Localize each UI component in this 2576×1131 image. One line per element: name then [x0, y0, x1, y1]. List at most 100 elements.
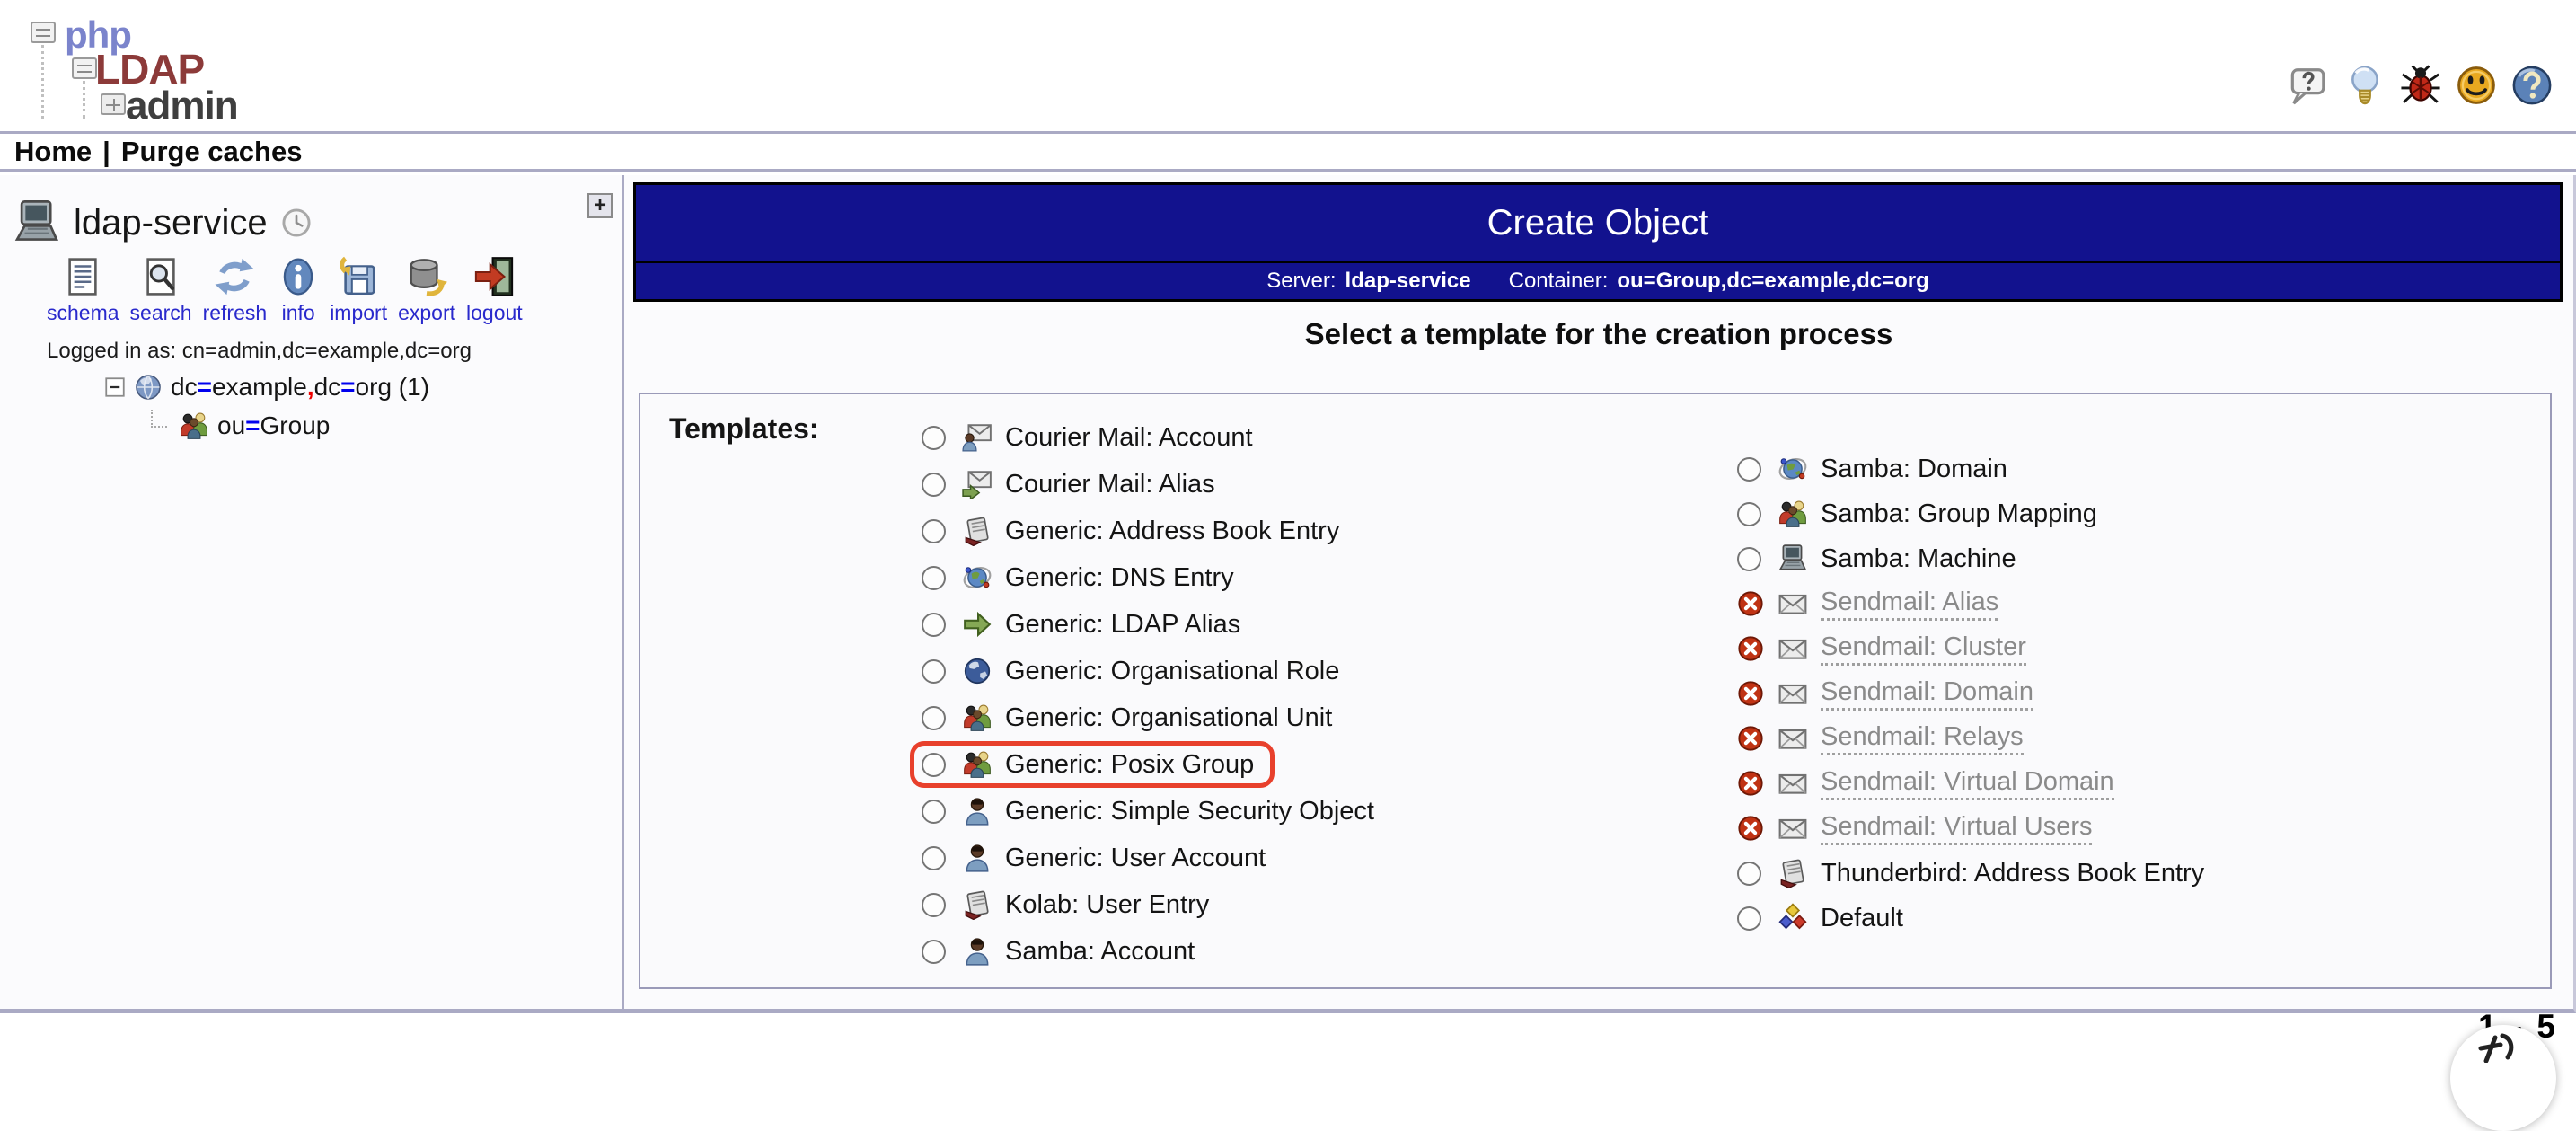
sidebar-expand-button[interactable]: +: [587, 193, 613, 218]
sidebar-tool-info[interactable]: info: [278, 256, 319, 325]
server-row[interactable]: ldap-service: [13, 199, 313, 247]
radio-button[interactable]: [922, 752, 946, 777]
template-option[interactable]: Generic: Address Book Entry: [910, 508, 1360, 554]
template-option[interactable]: Samba: Group Mapping: [1725, 491, 2118, 536]
template-label: Sendmail: Relays: [1821, 722, 2024, 755]
template-label: Generic: Posix Group: [1005, 749, 1255, 779]
radio-button[interactable]: [1737, 906, 1761, 931]
template-column-left: Courier Mail: Account Courier Mail: Alias…: [910, 414, 1395, 975]
dns-globe-icon: [1778, 454, 1808, 484]
template-option[interactable]: Generic: DNS Entry: [910, 554, 1255, 601]
radio-button[interactable]: [922, 705, 946, 730]
logo-text-admin: admin: [126, 84, 239, 128]
template-option[interactable]: Generic: LDAP Alias: [910, 601, 1261, 648]
envelope-icon: [1778, 588, 1808, 619]
template-option[interactable]: Generic: Organisational Role: [910, 648, 1360, 694]
template-option[interactable]: Courier Mail: Alias: [910, 461, 1236, 508]
radio-button[interactable]: [922, 612, 946, 637]
clock-icon: [280, 207, 313, 239]
radio-button[interactable]: [922, 892, 946, 917]
radio-button[interactable]: [1737, 546, 1761, 571]
tree-child-label[interactable]: ou=Group: [217, 411, 330, 440]
question-bubble-button[interactable]: [2289, 65, 2330, 106]
radio-button[interactable]: [922, 799, 946, 824]
tree-root-label[interactable]: dc=example,dc=org (1): [171, 373, 429, 402]
template-label: Generic: LDAP Alias: [1005, 609, 1241, 639]
menubar: Home | Purge caches: [0, 131, 2576, 172]
template-label: Generic: Organisational Role: [1005, 656, 1340, 685]
radio-button[interactable]: [922, 565, 946, 590]
subtitle: Select a template for the creation proce…: [1304, 317, 1893, 350]
smiley-button[interactable]: [2456, 65, 2497, 106]
template-option[interactable]: Thunderbird: Address Book Entry: [1725, 851, 2225, 896]
light-bulb-button[interactable]: [2344, 65, 2386, 106]
template-option[interactable]: Generic: Simple Security Object: [910, 788, 1395, 835]
sidebar-tool-refresh[interactable]: refresh: [203, 256, 267, 325]
radio-button[interactable]: [1737, 861, 1761, 886]
template-option: Sendmail: Virtual Users: [1725, 806, 2113, 851]
template-label: Samba: Domain: [1821, 454, 2007, 483]
sidebar-tool-logout[interactable]: logout: [466, 256, 523, 325]
radio-button[interactable]: [922, 425, 946, 450]
template-label: Generic: DNS Entry: [1005, 562, 1234, 592]
people-icon: [962, 702, 992, 733]
template-label: Kolab: User Entry: [1005, 889, 1210, 919]
tree-root-row: dc=example,dc=org (1): [104, 373, 429, 402]
radio-button[interactable]: [1737, 501, 1761, 526]
templates-box: Templates: Courier Mail: Account Courier …: [639, 393, 2552, 989]
template-label: Samba: Account: [1005, 936, 1195, 966]
search-icon: [140, 256, 181, 297]
sidebar-tool-label: search: [129, 301, 192, 324]
sidebar-tool-label: info: [281, 301, 315, 324]
template-option[interactable]: Kolab: User Entry: [910, 881, 1230, 928]
overlay-widget[interactable]: [2450, 1025, 2556, 1131]
collapse-icon[interactable]: [104, 376, 126, 398]
page-title: Create Object: [1486, 202, 1709, 243]
templates-label: Templates:: [669, 412, 819, 445]
sidebar-tool-schema[interactable]: schema: [47, 256, 119, 325]
radio-button[interactable]: [922, 658, 946, 684]
question-bubble-icon: [2289, 65, 2330, 106]
schema-icon: [62, 256, 103, 297]
template-option: Sendmail: Virtual Domain: [1725, 761, 2135, 806]
radio-button[interactable]: [1737, 456, 1761, 482]
template-option[interactable]: Samba: Account: [910, 928, 1215, 975]
help-circle-button[interactable]: [2511, 65, 2553, 106]
template-label: Sendmail: Domain: [1821, 677, 2033, 711]
export-icon: [406, 256, 447, 297]
cubes-icon: [1778, 903, 1808, 933]
template-option[interactable]: Samba: Domain: [1725, 446, 2028, 491]
template-label: Samba: Group Mapping: [1821, 499, 2097, 528]
template-option[interactable]: Courier Mail: Account: [910, 414, 1274, 461]
help-circle-icon: [2511, 65, 2553, 106]
menu-purge-caches-link[interactable]: Purge caches: [121, 136, 303, 168]
green-arrow-icon: [962, 609, 992, 640]
logo-node-icon: [72, 57, 97, 79]
radio-button[interactable]: [922, 472, 946, 497]
template-option[interactable]: Generic: User Account: [910, 835, 1286, 881]
template-option[interactable]: Samba: Machine: [1725, 536, 2037, 581]
sidebar-tool-search[interactable]: search: [130, 256, 192, 325]
template-option[interactable]: Default: [1725, 896, 1924, 941]
radio-button[interactable]: [922, 518, 946, 543]
sidebar-toolbar: schema search refresh info import export logou…: [47, 256, 523, 325]
template-option[interactable]: Generic: Posix Group: [910, 741, 1275, 788]
computer-icon: [1778, 543, 1808, 574]
container-value: ou=Group,dc=example,dc=org: [1617, 269, 1929, 293]
bug-button[interactable]: [2400, 65, 2441, 106]
logout-icon: [473, 256, 515, 297]
logo-node-icon: [31, 22, 56, 43]
person-icon: [962, 843, 992, 873]
radio-button[interactable]: [922, 939, 946, 964]
sidebar-tool-export[interactable]: export: [398, 256, 455, 325]
container-label: Container:: [1508, 269, 1609, 293]
header-icon-bar: [2289, 65, 2553, 106]
create-object-panel: Create Object Server: ldap-service Conta…: [624, 175, 2576, 1013]
radio-button[interactable]: [922, 845, 946, 870]
people-icon: [1778, 499, 1808, 529]
template-option: Sendmail: Alias: [1725, 581, 2019, 626]
envelope-icon: [1778, 633, 1808, 664]
menu-home-link[interactable]: Home: [14, 136, 92, 168]
template-option[interactable]: Generic: Organisational Unit: [910, 694, 1353, 741]
sidebar-tool-import[interactable]: import: [330, 256, 387, 325]
